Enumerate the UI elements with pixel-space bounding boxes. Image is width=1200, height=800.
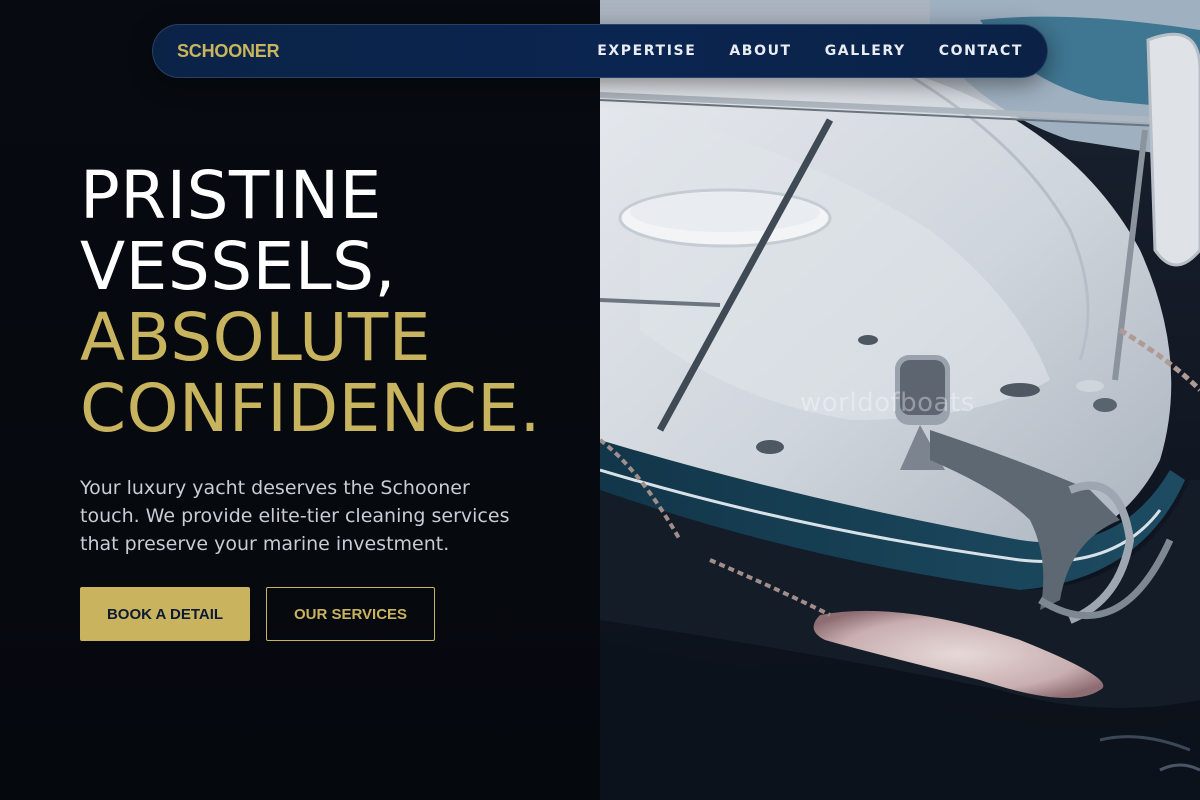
page: worldofboats SCHOONER EXPERTISE ABOUT GA… bbox=[0, 0, 1200, 800]
hero-image: worldofboats bbox=[600, 0, 1200, 800]
cta-buttons: BOOK A DETAIL OUR SERVICES bbox=[80, 587, 435, 641]
hero-headline: PRISTINE VESSELS, ABSOLUTE CONFIDENCE. bbox=[80, 160, 600, 444]
book-a-detail-button[interactable]: BOOK A DETAIL bbox=[80, 587, 250, 641]
hero-content: PRISTINE VESSELS, ABSOLUTE CONFIDENCE. Y… bbox=[80, 160, 600, 558]
headline-line-3: ABSOLUTE bbox=[80, 299, 431, 376]
nav-link-expertise[interactable]: EXPERTISE bbox=[597, 43, 696, 59]
headline-line-2: VESSELS, bbox=[80, 228, 396, 305]
headline-line-1: PRISTINE bbox=[80, 157, 382, 234]
our-services-button[interactable]: OUR SERVICES bbox=[266, 587, 435, 641]
brand-logo[interactable]: SCHOONER bbox=[177, 41, 280, 62]
nav-link-gallery[interactable]: GALLERY bbox=[825, 43, 906, 59]
hero-description: Your luxury yacht deserves the Schooner … bbox=[80, 477, 510, 555]
headline-line-4: CONFIDENCE. bbox=[80, 370, 541, 447]
photo-watermark: worldofboats bbox=[800, 388, 975, 418]
nav-links: EXPERTISE ABOUT GALLERY CONTACT bbox=[564, 43, 1023, 59]
nav-link-contact[interactable]: CONTACT bbox=[939, 43, 1023, 59]
nav-link-about[interactable]: ABOUT bbox=[729, 43, 791, 59]
top-navbar: SCHOONER EXPERTISE ABOUT GALLERY CONTACT bbox=[152, 24, 1048, 78]
